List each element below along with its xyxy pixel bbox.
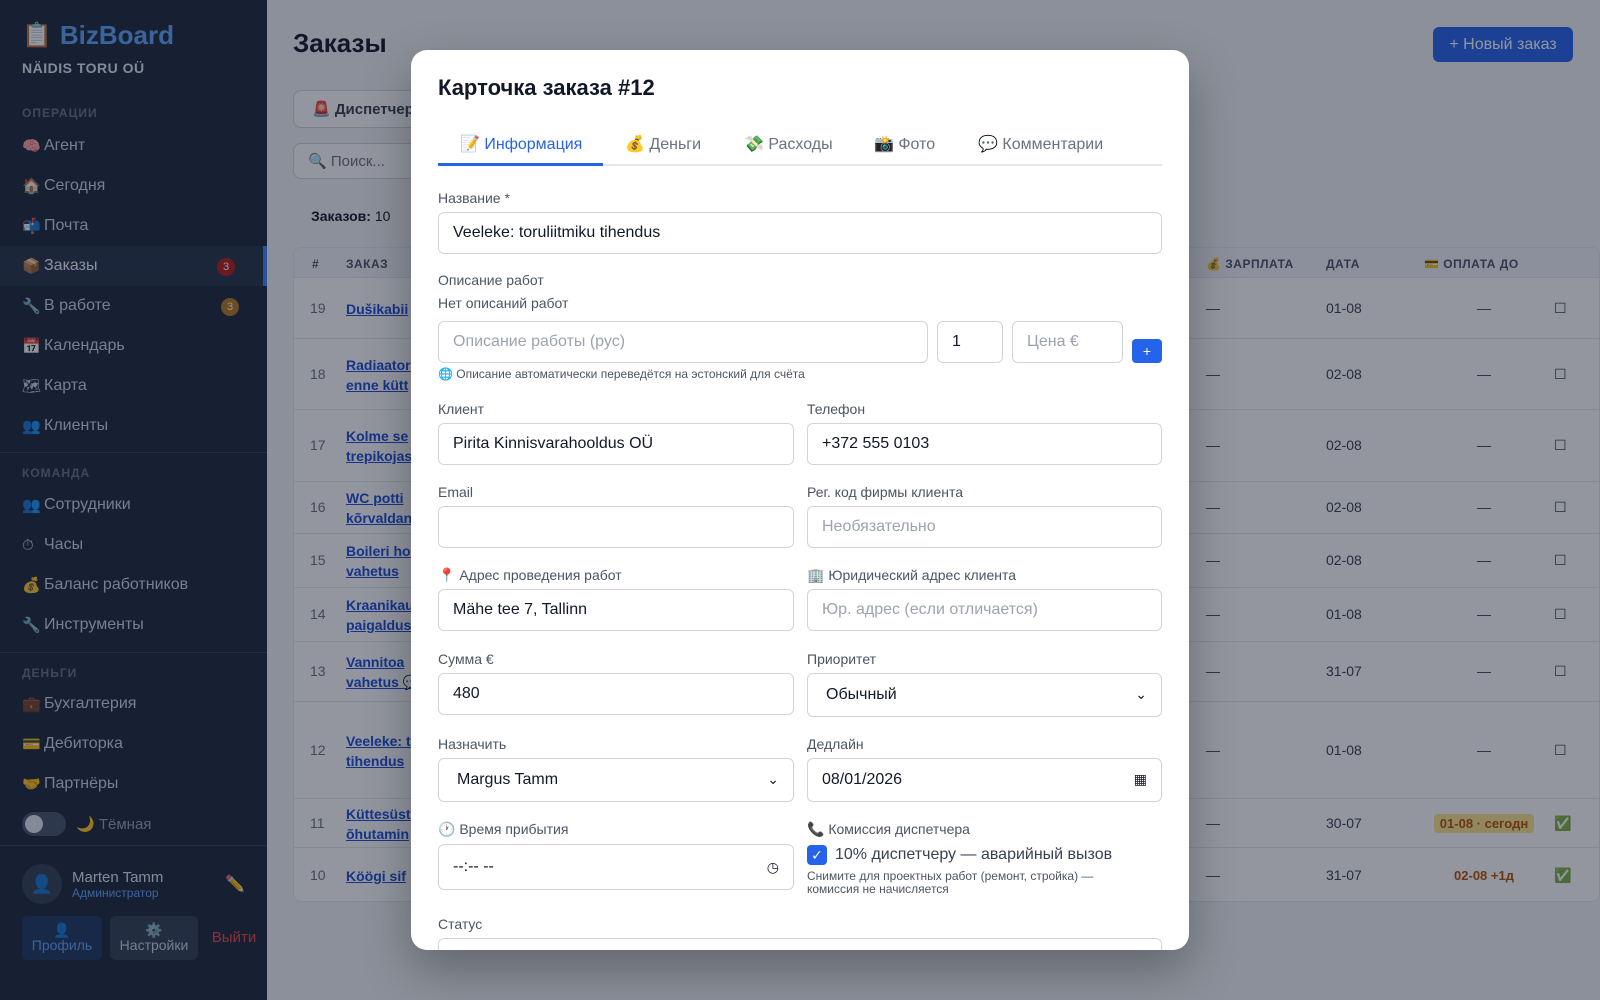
tab-expenses[interactable]: 💸 Расходы (744, 134, 833, 166)
work-qty-input[interactable]: 1 (937, 321, 1003, 363)
chevron-down-icon: ⌄ (767, 771, 779, 787)
regcode-label: Рег. код фирмы клиента (807, 484, 964, 500)
add-work-button[interactable]: + (1132, 339, 1162, 363)
clock-icon[interactable]: ◷ (767, 859, 779, 876)
name-label: Название * (438, 190, 510, 206)
commission-note: Снимите для проектных работ (ремонт, стр… (807, 869, 1094, 896)
assign-value: Margus Tamm (457, 771, 559, 788)
arrival-label: 🕐 Время прибытия (438, 821, 569, 837)
deadline-value: 08/01/2026 (822, 771, 903, 788)
arrival-time-input[interactable]: --:-- -- ◷ (438, 844, 794, 890)
regcode-input[interactable]: Необязательно (807, 506, 1162, 548)
status-label: Статус (438, 916, 483, 932)
commission-checkbox-label[interactable]: 10% диспетчеру — аварийный вызов (835, 846, 1112, 864)
name-input[interactable]: Veeleke: toruliitmiku tihendus (438, 212, 1162, 254)
chevron-down-icon: ⌄ (1135, 686, 1147, 702)
assign-select[interactable]: Margus Tamm ⌄ (438, 758, 794, 802)
modal-tabs: 📝 Информация 💰 Деньги 💸 Расходы 📸 Фото 💬… (438, 130, 1162, 166)
commission-label: 📞 Комиссия диспетчера (807, 821, 970, 837)
client-input[interactable]: Pirita Kinnisvarahooldus OÜ (438, 423, 794, 465)
client-label: Клиент (438, 401, 485, 417)
priority-label: Приоритет (807, 651, 877, 667)
works-label: Описание работ (438, 272, 544, 288)
deadline-input[interactable]: 08/01/2026 ▦ (807, 758, 1162, 802)
sum-label: Сумма € (438, 651, 494, 667)
phone-input[interactable]: +372 555 0103 (807, 423, 1162, 465)
email-label: Email (438, 484, 474, 500)
tab-info[interactable]: 📝 Информация (438, 134, 603, 166)
priority-select[interactable]: Обычный ⌄ (807, 673, 1162, 717)
calendar-icon[interactable]: ▦ (1134, 771, 1147, 788)
legal-address-input[interactable]: Юр. адрес (если отличается) (807, 589, 1162, 631)
assign-label: Назначить (438, 736, 507, 752)
works-empty-text: Нет описаний работ (438, 295, 569, 311)
arrival-value: --:-- -- (453, 858, 494, 875)
legal-address-label: 🏢 Юридический адрес клиента (807, 567, 1017, 583)
tab-photo[interactable]: 📸 Фото (874, 134, 935, 166)
order-card-modal: Карточка заказа #12 📝 Информация 💰 Деньг… (411, 50, 1189, 950)
priority-value: Обычный (826, 686, 897, 703)
work-description-input[interactable]: Описание работы (рус) (438, 321, 928, 363)
tab-money[interactable]: 💰 Деньги (625, 134, 701, 166)
commission-checkbox[interactable]: ✓ (807, 845, 827, 865)
work-address-input[interactable]: Mähe tee 7, Tallinn (438, 589, 794, 631)
work-address-label: 📍 Адрес проведения работ (438, 567, 622, 583)
status-select[interactable] (438, 938, 1162, 950)
sum-input[interactable]: 480 (438, 673, 794, 715)
translate-hint: 🌐 Описание автоматически переведётся на … (438, 367, 805, 381)
modal-title: Карточка заказа #12 (438, 75, 655, 100)
work-price-input[interactable]: Цена € (1012, 321, 1123, 363)
phone-label: Телефон (807, 401, 866, 417)
tab-comments[interactable]: 💬 Комментарии (978, 134, 1103, 166)
deadline-label: Дедлайн (807, 736, 864, 752)
email-input[interactable] (438, 506, 794, 548)
